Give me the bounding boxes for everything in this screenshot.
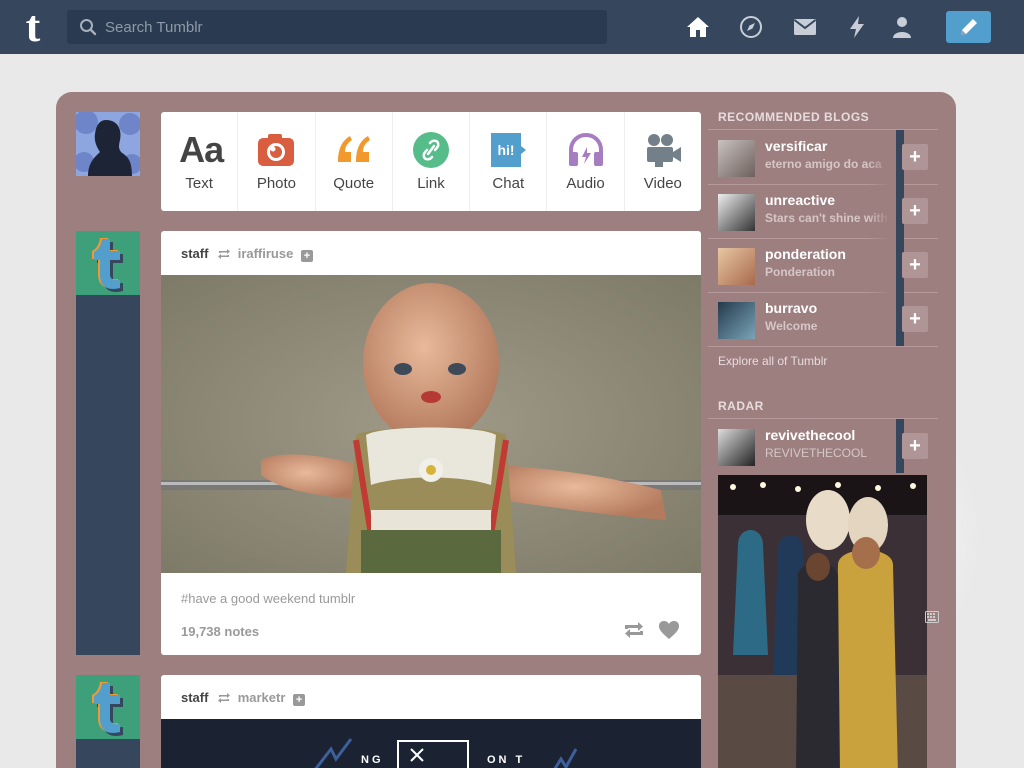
tumblr-t-logo-icon: [92, 238, 123, 292]
post-type-link-button[interactable]: Link: [393, 112, 471, 211]
video-camera-icon: [646, 134, 681, 167]
post-type-quote-button[interactable]: Quote: [316, 112, 393, 211]
user-avatar[interactable]: [76, 112, 140, 176]
search-box[interactable]: [67, 10, 607, 44]
dashboard-post: staff marketr + NG ON T: [161, 675, 701, 768]
post-type-label: Photo: [256, 175, 297, 192]
quote-icon: [337, 136, 370, 162]
divider: [708, 346, 938, 347]
like-heart-icon[interactable]: [658, 620, 680, 640]
reblog-icon: [218, 693, 231, 703]
notes-count[interactable]: 19,738 notes: [181, 624, 259, 639]
follow-plus-icon[interactable]: +: [293, 694, 306, 706]
follow-blog-button[interactable]: +: [902, 144, 928, 170]
radar-heading: RADAR: [718, 399, 764, 413]
follow-blog-button[interactable]: +: [902, 306, 928, 332]
blog-name[interactable]: revivethecool: [765, 427, 855, 443]
headphones-icon: [568, 132, 603, 166]
blog-name[interactable]: unreactive: [765, 192, 835, 208]
camera-icon: [258, 134, 295, 166]
post-type-audio-button[interactable]: Audio: [547, 112, 625, 211]
compose-post-button[interactable]: [946, 11, 991, 43]
follow-plus-icon[interactable]: +: [300, 250, 313, 262]
promo-graphic: NG ON T: [314, 738, 578, 768]
activity-lightning-icon[interactable]: [845, 15, 869, 39]
account-person-icon[interactable]: [890, 15, 914, 39]
post-type-video-button[interactable]: Video: [625, 112, 701, 211]
link-icon: [412, 132, 449, 168]
follow-blog-button[interactable]: +: [902, 198, 928, 224]
follow-blog-button[interactable]: +: [902, 433, 928, 459]
post-type-label: Video: [643, 175, 682, 192]
blog-name[interactable]: burravo: [765, 300, 817, 316]
runway-photo: [718, 475, 927, 768]
chat-glyph: hi!: [498, 142, 515, 158]
post-header: staff marketr +: [161, 675, 701, 719]
silhouette-avatar-icon: [76, 112, 140, 176]
post-type-label: Quote: [333, 175, 375, 192]
post-author-avatar-column: [76, 231, 140, 655]
post-image[interactable]: NG ON T: [161, 719, 701, 768]
recommended-blog-row[interactable]: ponderation Ponderation +: [708, 238, 938, 292]
recommended-blog-row[interactable]: unreactive Stars can't shine with +: [708, 184, 938, 238]
post-gif-image[interactable]: [161, 275, 701, 573]
post-type-composer: Aa Text Photo Quote Link hi! Chat Audio …: [161, 112, 701, 211]
post-author-link[interactable]: staff: [181, 246, 208, 261]
reblog-icon: [218, 249, 231, 259]
staff-avatar[interactable]: [76, 675, 140, 739]
promo-text-right: ON T: [487, 754, 525, 766]
reblog-button-icon[interactable]: [623, 620, 645, 640]
recommended-blog-row[interactable]: burravo Welcome +: [708, 292, 938, 346]
explore-compass-icon[interactable]: [739, 15, 763, 39]
keyboard-shortcuts-icon[interactable]: [925, 611, 939, 623]
explore-tumblr-link[interactable]: Explore all of Tumblr: [718, 354, 827, 368]
promo-text-left: NG: [361, 754, 384, 766]
blog-avatar[interactable]: [718, 248, 755, 285]
dashboard-post: staff iraffiruse + #have a good weekend …: [161, 231, 701, 655]
tumblr-logo[interactable]: t: [17, 5, 49, 49]
search-icon: [80, 19, 97, 36]
post-header: staff iraffiruse +: [161, 231, 701, 275]
tumblr-t-logo-icon: [92, 682, 123, 736]
blog-name[interactable]: versificar: [765, 138, 827, 154]
blog-avatar[interactable]: [718, 194, 755, 231]
post-type-label: Link: [417, 175, 445, 192]
baby-doll-image: [161, 275, 701, 573]
post-author-avatar-column: [76, 675, 140, 768]
inbox-mail-icon[interactable]: [793, 15, 817, 39]
post-type-label: Text: [185, 175, 213, 192]
recommended-blogs-heading: RECOMMENDED BLOGS: [718, 110, 870, 124]
post-tags[interactable]: #have a good weekend tumblr: [161, 573, 701, 616]
radar-post-image[interactable]: [718, 475, 927, 768]
post-author-link[interactable]: staff: [181, 690, 208, 705]
post-type-text-button[interactable]: Aa Text: [161, 112, 239, 211]
post-type-photo-button[interactable]: Photo: [238, 112, 316, 211]
blog-avatar[interactable]: [718, 429, 755, 466]
post-type-chat-button[interactable]: hi! Chat: [470, 112, 548, 211]
post-footer: 19,738 notes: [161, 616, 701, 654]
follow-blog-button[interactable]: +: [902, 252, 928, 278]
post-type-label: Audio: [566, 175, 605, 192]
blog-avatar[interactable]: [718, 140, 755, 177]
staff-avatar[interactable]: [76, 231, 140, 295]
reblog-source-link[interactable]: iraffiruse: [238, 246, 294, 261]
text-icon: Aa: [179, 129, 224, 170]
pencil-icon: [961, 19, 977, 35]
search-input[interactable]: [105, 10, 595, 44]
chat-icon: hi!: [491, 133, 527, 167]
home-icon[interactable]: [686, 15, 710, 39]
reblog-source-link[interactable]: marketr: [238, 690, 286, 705]
top-navigation-bar: t: [0, 0, 1024, 54]
blog-name[interactable]: ponderation: [765, 246, 846, 262]
blog-avatar[interactable]: [718, 302, 755, 339]
radar-blog-row[interactable]: revivethecool REVIVETHECOOL +: [708, 419, 938, 473]
recommended-blog-row[interactable]: versificar eterno amigo do aca +: [708, 130, 938, 184]
post-type-label: Chat: [492, 175, 525, 192]
